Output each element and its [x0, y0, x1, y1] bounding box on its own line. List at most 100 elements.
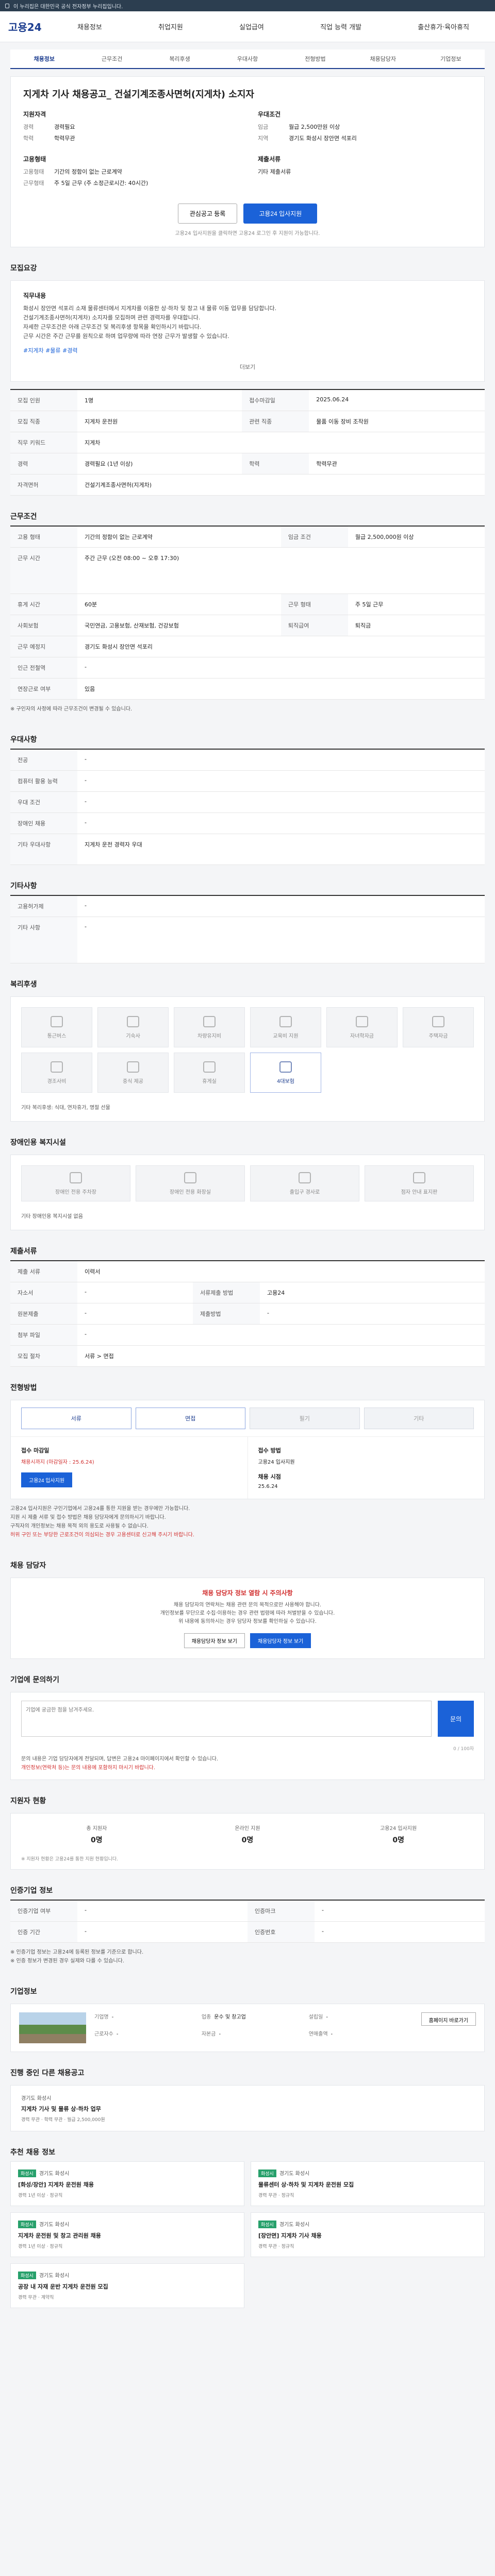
company-key: 자본금 [201, 2031, 216, 2037]
table-value: - [77, 1324, 485, 1346]
company-homepage-button[interactable]: 홈페이지 바로가기 [421, 2012, 476, 2026]
section-info-title: 인증기업 정보 [10, 1887, 53, 1895]
gnb-item-leave[interactable]: 출산휴가·육아휴직 [410, 22, 476, 31]
facility-tile: 장애인 전용 화장실 [136, 1165, 245, 1201]
table-row: 컴퓨터 활용 능력 - [10, 770, 485, 792]
apply-button[interactable]: 고용24 입사지원 [243, 204, 318, 224]
welfare-tile-label: 교육비 지원 [273, 1033, 299, 1039]
table-value: 60분 [77, 594, 281, 615]
table-value: 기간의 정함이 없는 근로계약 [77, 526, 281, 548]
gnb-item-training[interactable]: 직업 능력 개발 [313, 22, 369, 31]
tab-process[interactable]: 전형방법 [282, 49, 349, 68]
recommend-card[interactable]: 화성시 경기도 화성시 [장안면] 지게차 기사 채용 경력 무관 · 정규직 [251, 2212, 485, 2257]
company-key: 업종 [201, 2014, 211, 2020]
table-value: 국민연금, 고용보험, 산재보험, 건강보험 [77, 615, 281, 636]
info-note: ※ 인증 정보가 변경된 경우 실제와 다를 수 있습니다. [10, 1958, 124, 1964]
tab-company[interactable]: 기업정보 [417, 49, 485, 68]
table-row: 장애인 채용 - [10, 812, 485, 834]
home-icon [432, 1015, 444, 1027]
welfare-tile-label: 기숙사 [126, 1033, 140, 1039]
stat-value: 0명 [91, 1836, 103, 1844]
table-key: 기타 사항 [10, 917, 77, 963]
work-table: 고용 형태 기간의 정함이 없는 근로계약 임금 조건 월급 2,500,000원 이… [10, 526, 485, 700]
welfare-disabled-note: 기타 장애인용 복지시설 없음 [21, 1214, 83, 1219]
table-value: 이력서 [77, 1261, 485, 1282]
recommend-meta: 경력 무관 · 계약직 [18, 2295, 54, 2300]
table-key: 근무 시간 [10, 547, 77, 594]
recruit-desc-line: 자세한 근무조건은 아래 근무조건 및 복리후생 항목을 확인하시기 바랍니다. [23, 324, 202, 330]
process-card: 서류 면접 필기 기타 접수 마감일 채용시까지 (마감일자 : 25.6.24… [10, 1400, 485, 1499]
tab-welfare[interactable]: 복리후생 [146, 49, 213, 68]
process-apply-button[interactable]: 고용24 입사지원 [21, 1472, 73, 1487]
table-key: 모집 인원 [10, 389, 77, 411]
table-row: 원본제출 - 제출방법 - [10, 1303, 485, 1325]
qa-textarea[interactable] [21, 1701, 432, 1737]
table-row: 제출 서류 이력서 [10, 1261, 485, 1282]
table-value: 경기도 화성시 장안면 석포리 [77, 636, 485, 657]
company-value: - [111, 2014, 114, 2020]
table-key: 인증 기간 [10, 1921, 77, 1943]
table-key: 컴퓨터 활용 능력 [10, 770, 77, 792]
related-card[interactable]: 경기도 화성시 지게차 기사 및 물류 상·하차 업무 경력 무관 · 학력 무… [10, 2085, 485, 2131]
recommend-card[interactable]: 화성시 경기도 화성시 물류센터 상·하차 및 지게차 운전원 모집 경력 무관 … [251, 2161, 485, 2206]
tab-work[interactable]: 근무조건 [78, 49, 145, 68]
manager-line: 위 내용에 동의하시는 경우 담당자 정보를 확인하실 수 있습니다. [178, 1619, 317, 1624]
recommend-card[interactable]: 화성시 경기도 화성시 공장 내 자재 운반 지게차 운전원 모집 경력 무관 ·… [10, 2263, 244, 2308]
manager-info-button[interactable]: 채용담당자 정보 보기 [184, 1633, 245, 1648]
recruit-more-button[interactable]: 더보기 [23, 363, 472, 371]
process-notes: 고용24 입사지원은 구인기업에서 고용24를 통한 지원을 받는 경우에만 가… [10, 1499, 485, 1545]
company-card: 기업명 - 업종 운수 및 창고업 설립일 - 근로자수 - 자본금 - 연매출액 - 홈페… [10, 2004, 485, 2052]
tab-prefer[interactable]: 우대사항 [213, 49, 281, 68]
recommend-card[interactable]: 화성시 경기도 화성시 지게차 운전원 및 창고 관리원 채용 경력 1년 이상 … [10, 2212, 244, 2257]
table-row: 우대 조건 - [10, 791, 485, 813]
table-value: 퇴직금 [348, 615, 485, 636]
section-process-title: 전형방법 [10, 1384, 37, 1392]
table-row: 자소서 - 서류제출 방법 고용24 [10, 1282, 485, 1303]
table-value: 월급 2,500,000원 이상 [348, 526, 485, 548]
manager-info-button-primary[interactable]: 채용담당자 정보 보기 [250, 1633, 311, 1648]
table-row: 인근 전철역 - [10, 657, 485, 679]
deadline-label: 접수 마감일 [21, 1447, 50, 1454]
detail-tabs: 채용정보 근무조건 복리후생 우대사항 전형방법 채용담당자 기업정보 [10, 49, 485, 69]
tab-recruit[interactable]: 채용정보 [10, 49, 78, 68]
table-value: - [77, 1900, 248, 1922]
lock-icon [5, 3, 9, 8]
gift-icon [51, 1061, 63, 1073]
recommend-title: 지게차 운전원 및 창고 관리원 채용 [18, 2232, 101, 2239]
scrap-button[interactable]: 관심공고 등록 [177, 204, 238, 224]
gnb-item-benefit[interactable]: 실업급여 [232, 22, 271, 31]
tab-manager[interactable]: 채용담당자 [349, 49, 417, 68]
gnb-item-support[interactable]: 취업지원 [151, 22, 190, 31]
table-key: 관련 직종 [242, 411, 309, 432]
restroom-icon [184, 1172, 196, 1183]
section-company-title: 기업정보 [10, 1988, 37, 1996]
table-key: 휴게 시간 [10, 594, 77, 615]
ramp-icon [299, 1172, 311, 1183]
table-value: 지게차 운전원 [77, 411, 242, 432]
table-value: 1명 [77, 389, 242, 411]
process-note: 지원 시 제출 서류 및 접수 방법은 채용 담당자에게 문의하시기 바랍니다. [10, 1515, 166, 1520]
table-value: 지게차 [77, 432, 485, 453]
table-key: 전공 [10, 749, 77, 771]
extra-table: 고용허가제 - 기타 사항 - [10, 895, 485, 963]
table-value: 서류 > 면접 [77, 1345, 485, 1367]
recruit-desc-line: 화성시 장안면 석포리 소재 물류센터에서 지게차를 이용한 상·하차 및 창고… [23, 305, 277, 312]
table-key: 원본제출 [10, 1303, 77, 1325]
table-key: 기타 우대사항 [10, 834, 77, 865]
table-row: 근무 예정지 경기도 화성시 장안면 석포리 [10, 636, 485, 657]
facility-tile-label: 장애인 전용 주차장 [55, 1189, 96, 1195]
site-logo[interactable]: 고용24 [8, 19, 70, 34]
recommend-card[interactable]: 화성시 경기도 화성시 [화성/장안] 지게차 운전원 채용 경력 1년 이상 ·… [10, 2161, 244, 2206]
table-key: 첨부 파일 [10, 1324, 77, 1346]
table-value: - [77, 1921, 248, 1943]
facility-tile-label: 점자 안내 표지판 [401, 1189, 438, 1195]
table-row: 모집 절차 서류 > 면접 [10, 1345, 485, 1367]
table-value: - [77, 1303, 193, 1325]
qa-submit-button[interactable]: 문의 [438, 1701, 474, 1737]
info-table: 인증기업 여부 - 인증마크 - 인증 기간 - 인증번호 - [10, 1900, 485, 1943]
gnb-item-jobs[interactable]: 채용정보 [70, 22, 109, 31]
welfare-tile-label: 차량유지비 [197, 1033, 221, 1039]
method-document: 서류 [21, 1408, 131, 1429]
welfare-tile-label: 4대보험 [277, 1078, 294, 1084]
table-key: 근무 형태 [280, 594, 348, 615]
